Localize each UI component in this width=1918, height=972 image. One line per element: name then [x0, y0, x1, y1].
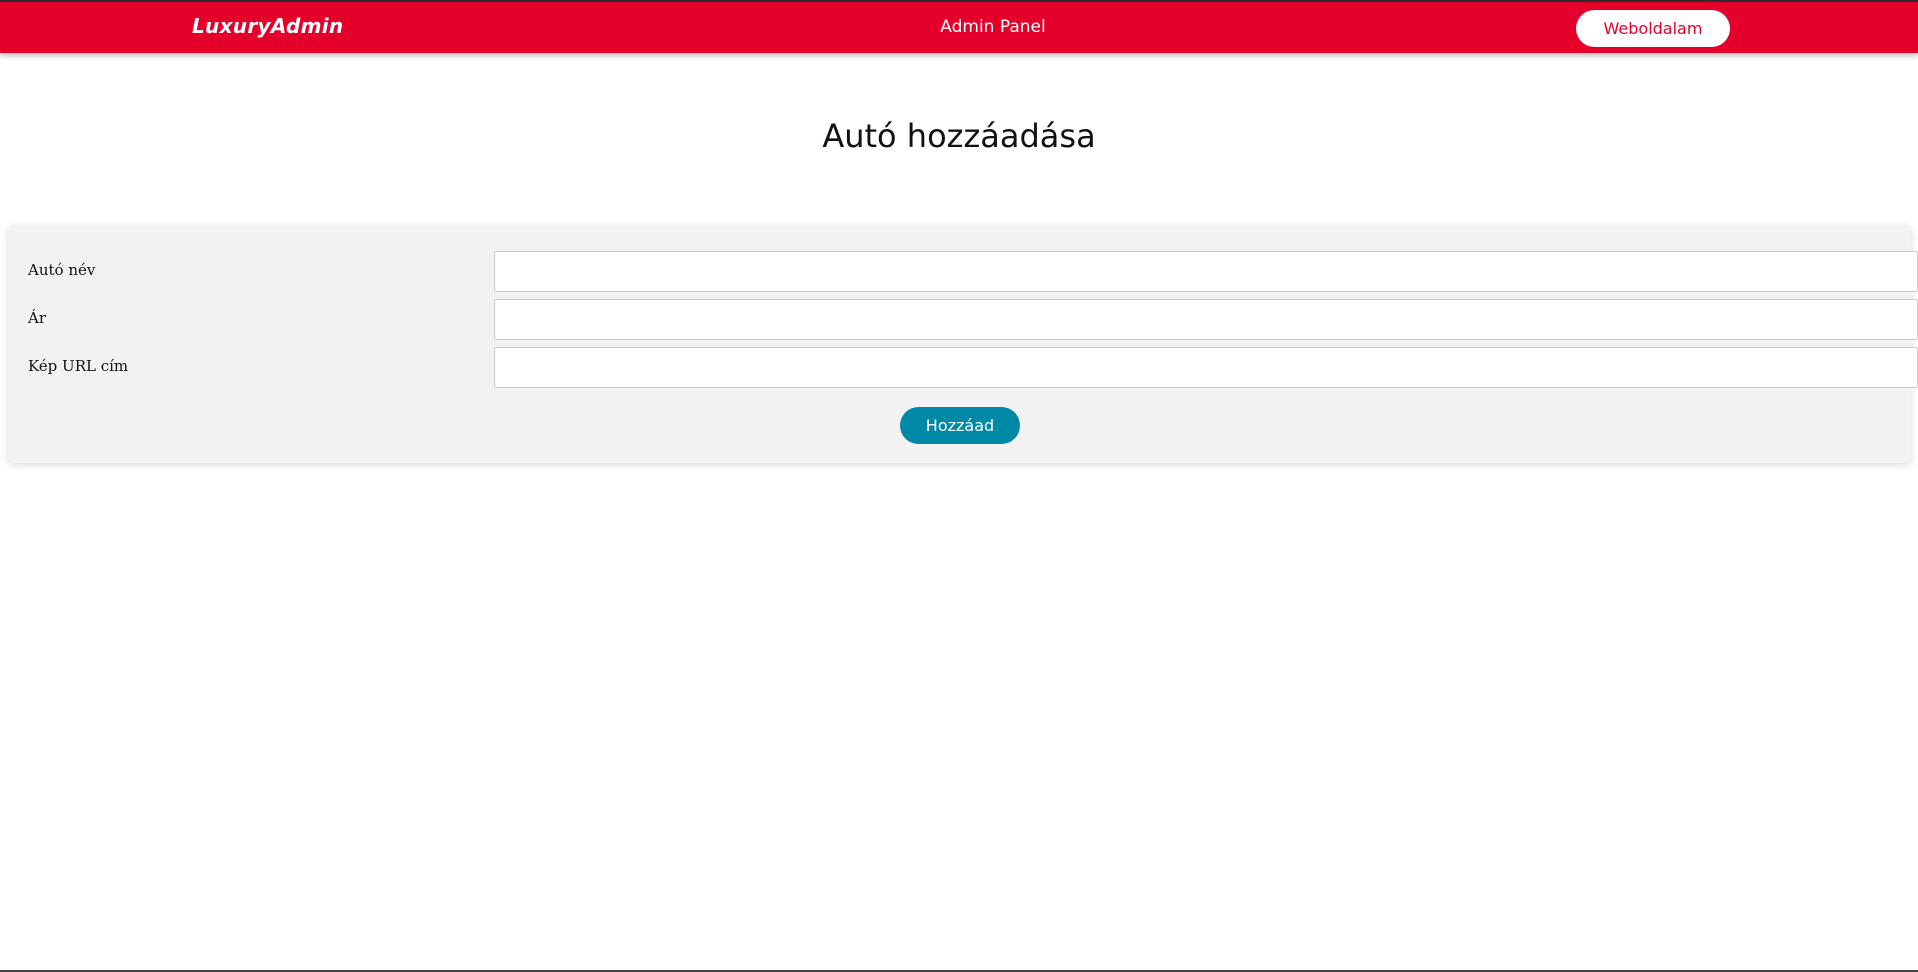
car-name-input[interactable] — [494, 251, 1918, 292]
add-car-form: Autó név Ár Kép URL cím Hozzáad — [8, 225, 1918, 463]
add-button[interactable]: Hozzáad — [900, 407, 1020, 444]
top-navbar: LuxuryAdmin Admin Panel Weboldalam — [0, 0, 1918, 53]
car-name-label: Autó név — [28, 261, 96, 279]
price-label: Ár — [28, 309, 47, 327]
image-url-input[interactable] — [494, 347, 1918, 388]
image-url-label: Kép URL cím — [28, 357, 129, 375]
page-title: Autó hozzáadása — [822, 117, 1096, 155]
price-input[interactable] — [494, 299, 1918, 340]
website-button[interactable]: Weboldalam — [1576, 10, 1730, 47]
